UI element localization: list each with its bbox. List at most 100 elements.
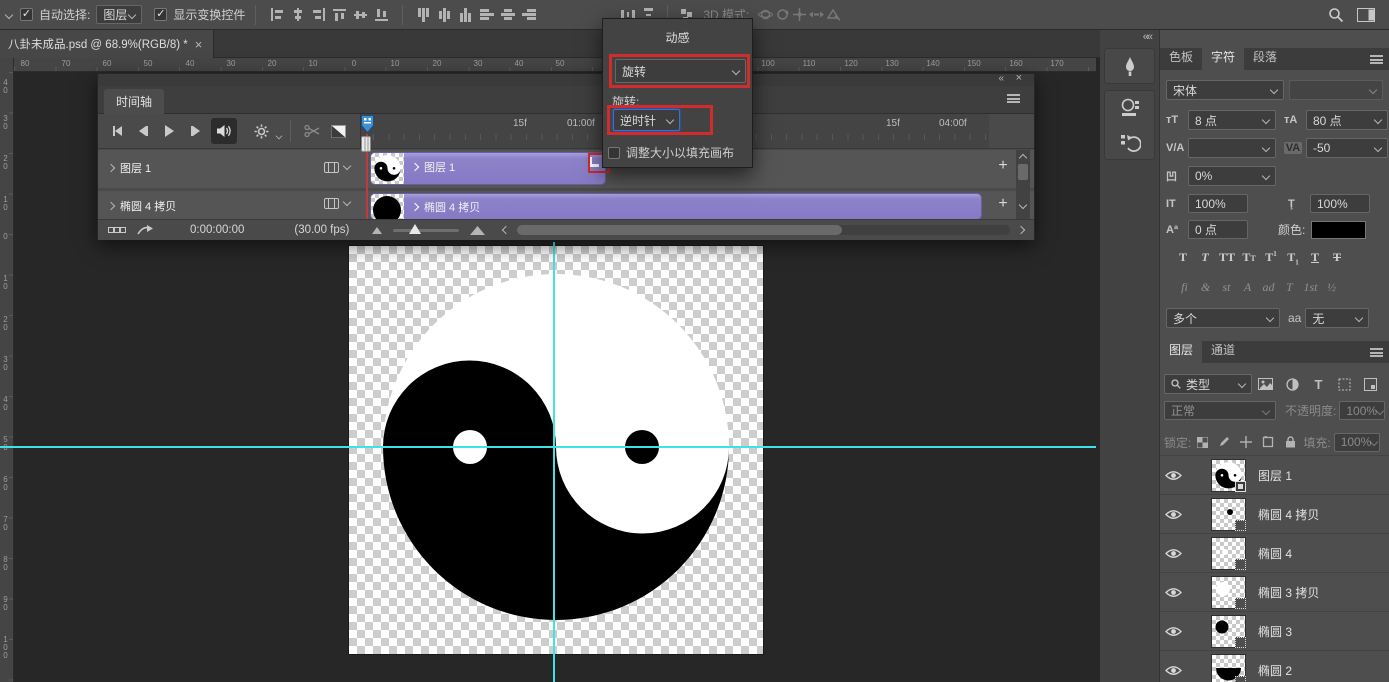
small-caps-icon[interactable]: TT xyxy=(1238,250,1260,267)
clip-layer-1[interactable]: 图层 1 xyxy=(370,152,606,185)
ot-fractions-icon[interactable]: ½ xyxy=(1321,280,1342,296)
tab-layers[interactable]: 图层 xyxy=(1160,337,1202,363)
horizontal-scale-input[interactable]: 100% xyxy=(1310,194,1370,213)
distribute-vertical-center-icon[interactable] xyxy=(434,2,455,28)
scroll-up-icon[interactable] xyxy=(1019,154,1027,162)
video-track-icon[interactable] xyxy=(324,198,339,209)
expand-clip-icon[interactable] xyxy=(411,163,419,171)
layer-row[interactable]: 椭圆 2 xyxy=(1160,651,1389,682)
align-left-icon[interactable] xyxy=(266,2,287,28)
scrollbar-thumb[interactable] xyxy=(517,225,842,235)
filter-pixel-layers-icon[interactable] xyxy=(1252,371,1279,397)
align-right-icon[interactable] xyxy=(308,2,329,28)
lock-position-icon[interactable] xyxy=(1235,429,1257,455)
lock-pixels-icon[interactable] xyxy=(1213,429,1235,455)
font-size-dropdown[interactable]: 8 点 xyxy=(1188,110,1276,130)
ot-discretionary-icon[interactable]: st xyxy=(1216,280,1237,296)
align-top-icon[interactable] xyxy=(329,2,350,28)
visibility-eye-icon[interactable] xyxy=(1160,665,1186,676)
horizontal-ruler[interactable]: 80 70 60 50 40 30 20 10 0 10 20 30 40 50… xyxy=(0,58,1096,72)
align-bottom-icon[interactable] xyxy=(371,2,392,28)
text-color-swatch[interactable] xyxy=(1311,221,1366,239)
previous-frame-button[interactable] xyxy=(130,118,156,144)
render-video-icon[interactable] xyxy=(132,217,158,243)
superscript-icon[interactable]: T1 xyxy=(1260,250,1282,267)
tab-swatches[interactable]: 色板 xyxy=(1160,44,1202,70)
opacity-input[interactable]: 100% xyxy=(1339,401,1385,420)
tab-channels[interactable]: 通道 xyxy=(1202,337,1244,363)
font-family-dropdown[interactable]: 宋体 xyxy=(1166,80,1284,100)
layer-thumbnail[interactable] xyxy=(1212,655,1245,682)
timeline-vertical-scrollbar[interactable] xyxy=(1016,150,1030,219)
transition-icon[interactable] xyxy=(325,118,351,144)
strikethrough-icon[interactable]: T xyxy=(1326,250,1348,267)
split-clip-scissors-icon[interactable] xyxy=(299,118,325,144)
anti-alias-dropdown[interactable]: 无 xyxy=(1305,308,1369,328)
tool-preset-chevron-icon[interactable] xyxy=(5,10,13,18)
lock-all-icon[interactable] xyxy=(1279,429,1301,455)
next-frame-button[interactable] xyxy=(182,118,208,144)
tsume-dropdown[interactable]: 0% xyxy=(1188,166,1276,186)
faux-italic-icon[interactable]: T xyxy=(1194,250,1216,267)
resize-to-fill-checkbox[interactable] xyxy=(608,147,620,159)
panel-menu-icon[interactable] xyxy=(1370,348,1383,357)
scrollbar-thumb[interactable] xyxy=(1018,164,1028,180)
timeline-settings-gear-icon[interactable] xyxy=(248,118,274,144)
zoom-in-timeline-icon[interactable] xyxy=(465,217,489,243)
layer-thumbnail[interactable] xyxy=(1212,616,1245,647)
show-transform-checkbox[interactable]: ✓ xyxy=(154,8,167,21)
document-tab[interactable]: 八卦未成品.psd @ 68.9%(RGB/8) * × xyxy=(0,30,214,58)
layer-thumbnail[interactable] xyxy=(1212,460,1245,491)
tab-paragraph[interactable]: 段落 xyxy=(1244,44,1286,70)
track-header[interactable]: 椭圆 4 拷贝 xyxy=(108,198,176,214)
3d-zoom-icon[interactable] xyxy=(825,2,842,28)
mute-audio-button[interactable] xyxy=(211,118,237,144)
lock-transparency-icon[interactable] xyxy=(1191,429,1213,455)
zoom-slider-handle[interactable] xyxy=(409,224,421,234)
font-style-dropdown[interactable] xyxy=(1289,80,1383,100)
fill-input[interactable]: 100% xyxy=(1334,433,1380,452)
close-tab-icon[interactable]: × xyxy=(195,37,203,52)
auto-select-target-dropdown[interactable]: 图层 xyxy=(96,5,142,24)
lock-artboard-icon[interactable] xyxy=(1257,429,1279,455)
close-panel-icon[interactable]: × xyxy=(1016,72,1022,84)
scroll-right-icon[interactable] xyxy=(1017,226,1025,234)
brush-settings-panel-icon[interactable] xyxy=(1108,49,1152,83)
vertical-scale-input[interactable]: 100% xyxy=(1188,194,1248,213)
filter-adjustment-layers-icon[interactable] xyxy=(1279,371,1306,397)
all-caps-icon[interactable]: TT xyxy=(1216,250,1238,267)
work-area-handle[interactable] xyxy=(361,136,371,152)
faux-bold-icon[interactable]: T xyxy=(1172,250,1194,267)
align-center-horizontal-icon[interactable] xyxy=(287,2,308,28)
add-media-button[interactable]: + xyxy=(994,196,1012,214)
timeline-horizontal-scrollbar[interactable] xyxy=(517,225,1010,235)
ot-stylistic-icon[interactable]: ad xyxy=(1258,280,1279,296)
kerning-dropdown[interactable] xyxy=(1188,138,1276,158)
3d-roll-icon[interactable] xyxy=(774,2,791,28)
track-header[interactable]: 图层 1 xyxy=(108,160,151,176)
visibility-eye-icon[interactable] xyxy=(1160,509,1186,520)
distribute-left-icon[interactable] xyxy=(476,2,497,28)
timeline-zoom-slider[interactable] xyxy=(393,229,459,232)
leading-dropdown[interactable]: 80 点 xyxy=(1306,110,1388,130)
language-dropdown[interactable]: 多个 xyxy=(1166,308,1280,328)
convert-to-frame-animation-icon[interactable] xyxy=(102,217,132,243)
properties-panel-icon[interactable] xyxy=(1108,91,1152,125)
search-icon[interactable] xyxy=(1321,2,1351,28)
workspace-switcher-icon[interactable] xyxy=(1351,2,1381,28)
layer-row[interactable]: 椭圆 4 xyxy=(1160,534,1389,573)
visibility-eye-icon[interactable] xyxy=(1160,548,1186,559)
playhead[interactable] xyxy=(360,114,375,134)
history-panel-icon[interactable] xyxy=(1108,125,1152,159)
canvas[interactable] xyxy=(349,246,763,654)
blend-mode-dropdown[interactable]: 正常 xyxy=(1164,401,1276,420)
filter-type-layers-icon[interactable]: T xyxy=(1306,371,1331,397)
play-button[interactable] xyxy=(156,118,182,144)
ot-ordinals-icon[interactable]: 1st xyxy=(1300,280,1321,296)
clip-ellipse-4-copy[interactable]: 椭圆 4 拷贝 xyxy=(370,193,982,220)
layer-thumbnail[interactable] xyxy=(1212,538,1245,569)
layer-filter-dropdown[interactable]: 类型 xyxy=(1164,374,1252,394)
layer-row[interactable]: 椭圆 3 拷贝 xyxy=(1160,573,1389,612)
ot-titling-icon[interactable]: T xyxy=(1279,280,1300,296)
expand-clip-icon[interactable] xyxy=(411,203,419,211)
